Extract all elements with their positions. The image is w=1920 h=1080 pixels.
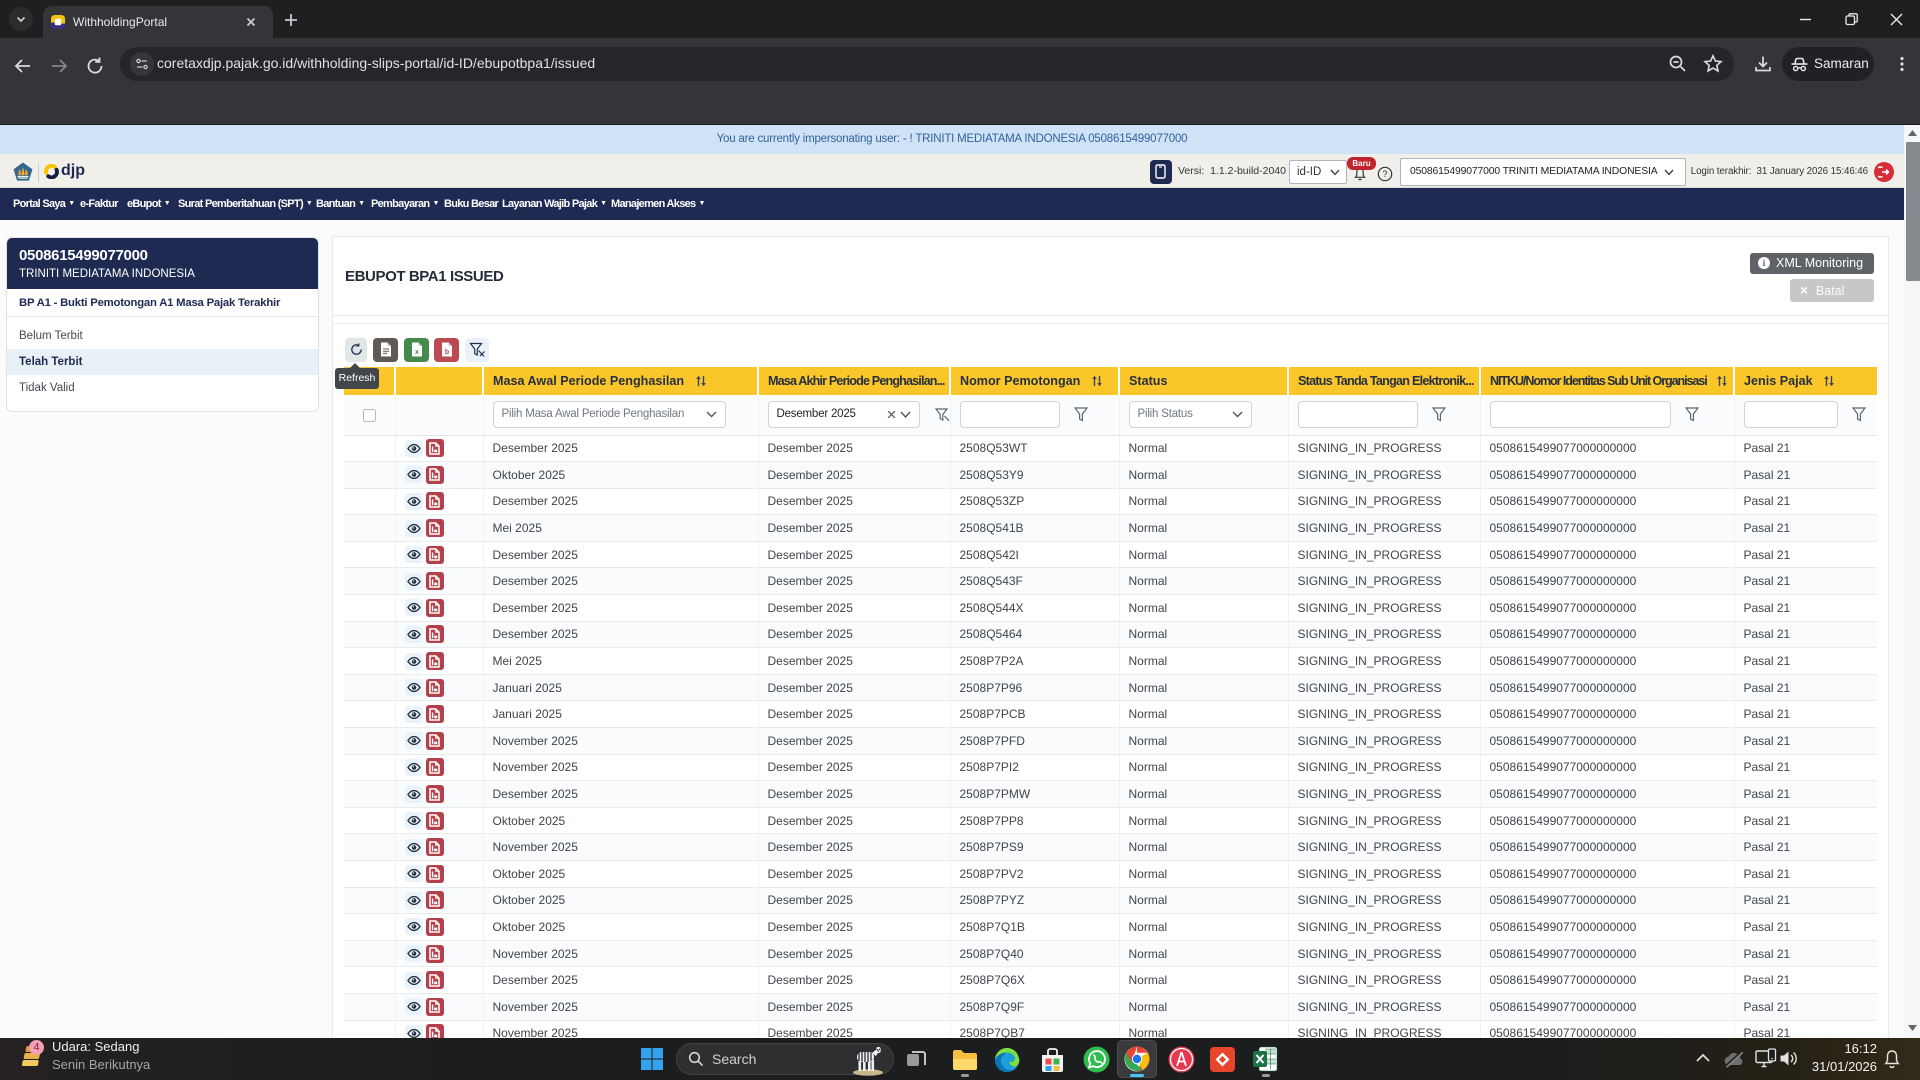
svg-text:i: i	[1763, 259, 1766, 269]
svg-text:x: x	[415, 349, 419, 356]
svg-text:?: ?	[1382, 169, 1387, 179]
svg-text:b: b	[445, 349, 449, 356]
